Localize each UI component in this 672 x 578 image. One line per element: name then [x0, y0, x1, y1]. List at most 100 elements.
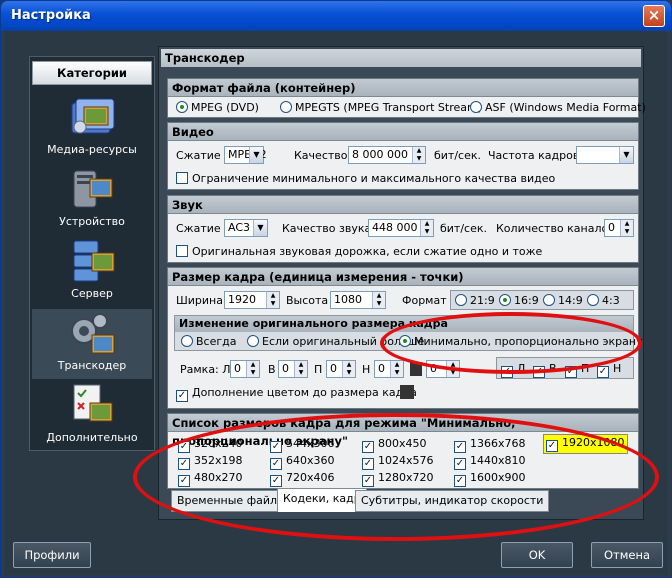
radio-icon — [399, 335, 411, 347]
border-check-top[interactable]: ✓ В — [533, 362, 557, 378]
window-title: Настройка — [11, 8, 91, 23]
format-option-mpeg[interactable]: MPEG (DVD) — [176, 101, 259, 114]
checkbox-icon: ✓ — [270, 475, 282, 487]
spinner-arrows-icon[interactable]: ▲ ▼ — [372, 292, 385, 308]
sidebar-item-label: Устройство — [59, 215, 125, 228]
size-checkbox[interactable]: ✓ 1366x768 — [454, 437, 526, 453]
radio-icon — [455, 294, 467, 306]
spinner-arrows-icon[interactable]: ▲ ▼ — [446, 361, 459, 377]
size-checkbox[interactable]: ✓ 720x406 — [270, 471, 335, 487]
video-group: Видео Сжатие MPEG2 ▼ Качество 8 000 000 ▲ ▼… — [167, 122, 639, 190]
spinner-arrows-icon[interactable]: ▲ ▼ — [342, 361, 355, 377]
resize-group: Изменение оригинального размера кадра Вс… — [174, 315, 643, 351]
tab-codecs-frame[interactable]: Кодеки, кадр — [277, 488, 367, 512]
size-checkbox[interactable]: ✓ 1600x900 — [454, 471, 526, 487]
audio-group: Звук Сжатие AC3 ▼ Качество звука 448 000 ▲… — [167, 195, 639, 263]
fill-color-checkbox[interactable]: ✓ Дополнение цветом до размера кадра — [176, 386, 417, 402]
audio-quality-spinner[interactable]: 448 000 ▲ ▼ — [368, 219, 434, 237]
size-checkbox[interactable]: ✓ 544x306 — [270, 437, 335, 453]
ok-button[interactable]: OK — [501, 542, 573, 568]
checkbox-icon: ✓ — [362, 458, 374, 470]
border-extra-spinner[interactable]: 0 ▲ ▼ — [426, 360, 460, 378]
checkbox-icon: ✓ — [178, 458, 190, 470]
transcoder-panel: Транскодер Формат файла (контейнер) MPEG… — [158, 46, 646, 520]
resize-option-if-larger[interactable]: Если оригинальный больше — [247, 335, 424, 348]
size-checkbox[interactable]: ✓ 800x450 — [362, 437, 427, 453]
sidebar-item-label: Сервер — [71, 287, 113, 300]
size-checkbox[interactable]: ✓ 1280x720 — [362, 471, 434, 487]
aspect-option-16-9[interactable]: 16:9 — [499, 294, 539, 307]
frame-width-spinner[interactable]: 1920 ▲ ▼ — [224, 291, 280, 309]
size-checkbox-highlighted[interactable]: ✓ 1920x1080 — [543, 434, 628, 454]
checkbox-icon: ✓ — [454, 458, 466, 470]
video-quality-spinner[interactable]: 8 000 000 ▲ ▼ — [348, 146, 426, 164]
audio-compression-select[interactable]: AC3 ▼ — [224, 219, 268, 237]
border-top-spinner[interactable]: 0 ▲ ▼ — [278, 360, 308, 378]
fill-color-swatch[interactable] — [400, 385, 414, 399]
border-left-spinner[interactable]: 0 ▲ ▼ — [230, 360, 260, 378]
video-compression-select[interactable]: MPEG2 ▼ — [224, 146, 267, 164]
title-bar[interactable]: Настройка × — [1, 1, 671, 31]
border-check-bottom[interactable]: ✓ Н — [597, 362, 621, 378]
spinner-arrows-icon[interactable]: ▲ ▼ — [620, 220, 633, 236]
border-bottom-label: Н — [362, 363, 371, 376]
size-checkbox[interactable]: ✓ 480x270 — [178, 471, 243, 487]
radio-icon — [280, 101, 292, 113]
size-checkbox[interactable]: ✓ 1440x810 — [454, 454, 526, 470]
border-check-left[interactable]: ✓ Л — [501, 362, 525, 378]
profiles-button[interactable]: Профили — [13, 542, 91, 568]
size-checkbox[interactable]: ✓ 352x198 — [178, 454, 243, 470]
aspect-option-21-9[interactable]: 21:9 — [455, 294, 495, 307]
border-label: Рамка: Л — [180, 363, 231, 376]
spinner-arrows-icon[interactable]: ▲ ▼ — [266, 292, 279, 308]
checkbox-icon: ✓ — [270, 441, 282, 453]
audio-original-checkbox[interactable]: Оригинальная звуковая дорожка, если сжат… — [176, 245, 542, 258]
video-framerate-select[interactable]: ▼ — [576, 146, 634, 164]
size-checkbox[interactable]: ✓ 1024x576 — [362, 454, 434, 470]
border-bottom-spinner[interactable]: 0 ▲ ▼ — [374, 360, 404, 378]
checkbox-icon: ✓ — [597, 366, 609, 378]
spinner-arrows-icon[interactable]: ▲ ▼ — [412, 147, 425, 163]
cancel-button[interactable]: Отмена — [591, 542, 663, 568]
color-swatch[interactable] — [410, 362, 422, 376]
frame-size-group: Размер кадра (единица измерения - точки)… — [167, 267, 643, 409]
aspect-option-14-9[interactable]: 14:9 — [543, 294, 583, 307]
border-right-spinner[interactable]: 0 ▲ ▼ — [326, 360, 356, 378]
frame-height-spinner[interactable]: 1080 ▲ ▼ — [330, 291, 386, 309]
panel-title: Транскодер — [161, 49, 641, 67]
audio-quality-unit: бит/сек. — [440, 222, 488, 235]
size-checkbox[interactable]: ✓ 320x240 — [178, 437, 243, 453]
format-group: Формат файла (контейнер) MPEG (DVD) MPEG… — [167, 78, 646, 118]
checkbox-icon — [176, 245, 188, 257]
spinner-arrows-icon[interactable]: ▲ ▼ — [294, 361, 307, 377]
format-option-asf[interactable]: ASF (Windows Media Format) — [470, 101, 646, 114]
border-top-label: В — [268, 363, 276, 376]
resize-option-always[interactable]: Всегда — [181, 335, 237, 348]
sidebar-item-label: Дополнительно — [46, 431, 138, 444]
format-header: Формат файла (контейнер) — [168, 79, 638, 97]
checkbox-icon: ✓ — [565, 366, 577, 378]
tab-temp-files[interactable]: Временные файлы — [171, 490, 292, 512]
aspect-option-4-3[interactable]: 4:3 — [587, 294, 620, 307]
video-limit-checkbox[interactable]: Ограничение минимального и максимального… — [176, 172, 555, 185]
sidebar-item-media[interactable]: Медиа-ресурсы — [32, 93, 152, 163]
checkbox-icon: ✓ — [454, 475, 466, 487]
sizes-header: Список размеров кадра для режима "Минима… — [168, 414, 638, 448]
checkbox-icon: ✓ — [178, 475, 190, 487]
audio-channels-spinner[interactable]: 0 ▲ ▼ — [604, 219, 634, 237]
close-icon[interactable]: × — [643, 5, 665, 27]
category-sidebar: Категории Медиа-ресурсы Устройство Серве… — [29, 56, 155, 451]
size-checkbox[interactable]: ✓ 640x360 — [270, 454, 335, 470]
sidebar-item-additional[interactable]: Дополнительно — [32, 381, 152, 449]
resize-option-minimal[interactable]: Минимально, пропорционально экрану — [399, 335, 643, 348]
sidebar-item-server[interactable]: Сервер — [32, 237, 152, 309]
tab-subtitles[interactable]: Субтитры, индикатор скорости — [355, 490, 550, 512]
spinner-arrows-icon[interactable]: ▲ ▼ — [420, 220, 433, 236]
aspect-options: 21:9 16:9 14:9 4:3 — [450, 290, 634, 310]
spinner-arrows-icon[interactable]: ▲ ▼ — [246, 361, 259, 377]
sidebar-item-transcoder[interactable]: Транскодер — [32, 309, 152, 379]
sidebar-item-device[interactable]: Устройство — [32, 165, 152, 237]
spinner-arrows-icon[interactable]: ▲ ▼ — [390, 361, 403, 377]
format-option-mpegts[interactable]: MPEGTS (MPEG Transport Stream) — [280, 101, 482, 114]
border-check-right[interactable]: ✓ П — [565, 362, 589, 378]
